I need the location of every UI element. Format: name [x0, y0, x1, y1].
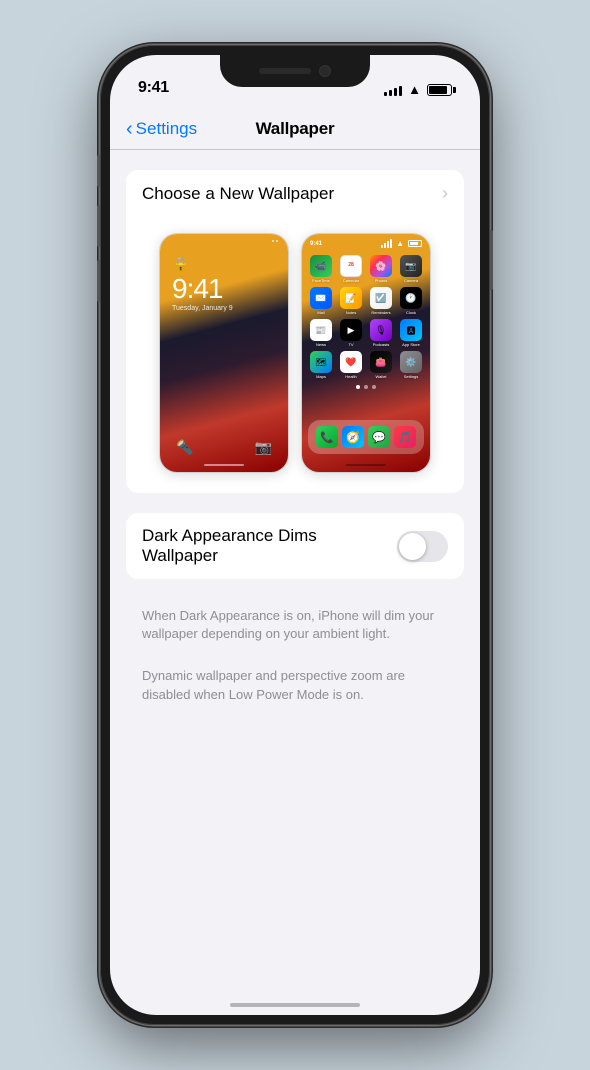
- content-area: ‹ Settings Wallpaper Choose a New Wallpa…: [110, 105, 480, 1015]
- dark-appearance-row: Dark Appearance Dims Wallpaper: [126, 513, 464, 579]
- lockscreen-preview[interactable]: 🔒 9:41 Tuesday, January 9 🔦 📷: [159, 233, 289, 473]
- wifi-icon: ▲: [408, 82, 421, 97]
- status-icons: ▲: [384, 82, 452, 97]
- dock-safari-icon[interactable]: 🧭: [342, 426, 364, 448]
- app-tv-icon[interactable]: ▶: [340, 319, 362, 341]
- settings-content: Choose a New Wallpaper ›: [110, 150, 480, 740]
- lock-time: 9:41: [172, 275, 276, 303]
- page-title: Wallpaper: [256, 119, 335, 139]
- home-time: 9:41: [310, 241, 322, 247]
- app-maps-icon[interactable]: 🗺: [310, 351, 332, 373]
- front-camera: [319, 65, 331, 77]
- camera-icon: 📷: [255, 439, 272, 456]
- phone-frame: 9:41 ▲ ‹ Settings: [100, 45, 490, 1025]
- flashlight-icon: 🔦: [176, 439, 193, 456]
- app-wallet-icon[interactable]: 👛: [370, 351, 392, 373]
- battery-icon: [427, 84, 452, 96]
- dark-appearance-card: Dark Appearance Dims Wallpaper: [126, 513, 464, 579]
- app-podcasts-icon[interactable]: 🎙: [370, 319, 392, 341]
- dock-phone-icon[interactable]: 📞: [316, 426, 338, 448]
- app-camera-icon[interactable]: 📷: [400, 255, 422, 277]
- app-reminders-icon[interactable]: ☑️: [370, 287, 392, 309]
- low-power-note: Dynamic wallpaper and perspective zoom a…: [110, 659, 480, 719]
- dock: 📞 🧭 💬 🎵: [308, 420, 424, 454]
- choose-wallpaper-label: Choose a New Wallpaper: [142, 184, 334, 204]
- homescreen-preview[interactable]: 9:41 ▲: [301, 233, 431, 473]
- dark-appearance-note: When Dark Appearance is on, iPhone will …: [110, 599, 480, 659]
- chevron-right-icon: ›: [442, 183, 448, 204]
- app-news-icon[interactable]: 📰: [310, 319, 332, 341]
- dark-appearance-label: Dark Appearance Dims Wallpaper: [142, 526, 387, 566]
- status-time: 9:41: [138, 79, 169, 97]
- lock-date: Tuesday, January 9: [172, 305, 276, 312]
- page-dots: [302, 381, 430, 393]
- silent-button[interactable]: [97, 155, 100, 187]
- app-notes-icon[interactable]: 📝: [340, 287, 362, 309]
- app-mail-icon[interactable]: ✉️: [310, 287, 332, 309]
- dock-music-icon[interactable]: 🎵: [394, 426, 416, 448]
- app-calendar-icon[interactable]: 28: [340, 255, 362, 277]
- app-facetime-icon[interactable]: 📹: [310, 255, 332, 277]
- app-clock-icon[interactable]: 🕐: [400, 287, 422, 309]
- lock-icon: 🔒: [172, 256, 276, 273]
- speaker-grille: [259, 68, 311, 74]
- back-chevron-icon: ‹: [126, 118, 133, 141]
- dock-messages-icon[interactable]: 💬: [368, 426, 390, 448]
- app-appstore-icon[interactable]: 🅰: [400, 319, 422, 341]
- phone-screen: 9:41 ▲ ‹ Settings: [110, 55, 480, 1015]
- dark-appearance-toggle[interactable]: [397, 531, 448, 562]
- navigation-bar: ‹ Settings Wallpaper: [110, 105, 480, 150]
- wallpaper-previews: 🔒 9:41 Tuesday, January 9 🔦 📷: [126, 217, 464, 493]
- app-settings-icon[interactable]: ⚙️: [400, 351, 422, 373]
- back-label: Settings: [136, 119, 197, 139]
- choose-wallpaper-card: Choose a New Wallpaper ›: [126, 170, 464, 493]
- app-health-icon[interactable]: ❤️: [340, 351, 362, 373]
- home-indicator: [230, 1003, 360, 1007]
- back-button[interactable]: ‹ Settings: [126, 118, 197, 141]
- choose-wallpaper-item[interactable]: Choose a New Wallpaper ›: [126, 170, 464, 217]
- signal-icon: [384, 84, 402, 96]
- notch: [220, 55, 370, 87]
- power-button[interactable]: [490, 230, 493, 290]
- volume-up-button[interactable]: [97, 205, 100, 247]
- volume-down-button[interactable]: [97, 260, 100, 302]
- app-photos-icon[interactable]: 🌸: [370, 255, 392, 277]
- app-grid: 📹 FaceTime 28 Calendar: [302, 253, 430, 381]
- toggle-knob: [399, 533, 426, 560]
